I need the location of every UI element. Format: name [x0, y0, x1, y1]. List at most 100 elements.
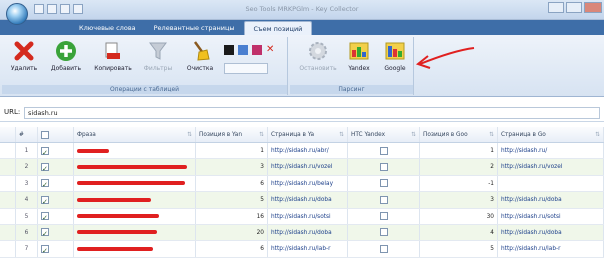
url-input[interactable]: sidash.ru: [24, 107, 600, 119]
row-checkbox[interactable]: [41, 194, 49, 208]
row-checkbox-cell[interactable]: [38, 159, 74, 175]
google-button[interactable]: Google: [378, 40, 412, 80]
small-dropdown[interactable]: [224, 63, 268, 74]
htc-checkbox[interactable]: [379, 212, 388, 221]
row-checkbox[interactable]: [41, 210, 49, 224]
clear-button[interactable]: Очистка: [180, 40, 220, 80]
column-header-yandex-page[interactable]: Страница в Ya ⇅: [268, 127, 348, 142]
close-window-button[interactable]: [584, 2, 602, 13]
row-checkbox[interactable]: [41, 145, 49, 158]
htc-yandex-cell[interactable]: [348, 208, 420, 224]
phrase-cell[interactable]: [74, 241, 196, 257]
tab-keywords[interactable]: Ключевые слова: [70, 21, 145, 35]
row-checkbox[interactable]: [41, 177, 49, 191]
phrase-cell[interactable]: [74, 192, 196, 208]
phrase-cell[interactable]: [74, 224, 196, 241]
column-header-checkbox[interactable]: [38, 127, 74, 142]
google-position-cell[interactable]: 3: [420, 192, 498, 208]
google-page-cell[interactable]: http://sidash.ru/vozel: [498, 159, 604, 175]
yandex-position-cell[interactable]: 1: [196, 143, 268, 159]
google-position-cell[interactable]: 4: [420, 224, 498, 241]
htc-yandex-cell[interactable]: [348, 224, 420, 241]
column-header-htc-yandex[interactable]: HTC Yandex ⇅: [348, 127, 420, 142]
row-checkbox-cell[interactable]: [38, 175, 74, 192]
yandex-position-cell[interactable]: 6: [196, 175, 268, 192]
htc-yandex-cell[interactable]: [348, 192, 420, 208]
stop-button[interactable]: Остановить: [296, 40, 340, 80]
row-checkbox-cell[interactable]: [38, 224, 74, 241]
tab-relevant-pages[interactable]: Релевантные страницы: [145, 21, 244, 35]
column-header-google-page[interactable]: Страница в Go ⇅: [498, 127, 604, 142]
remove-x-icon[interactable]: ✕: [266, 45, 276, 55]
htc-checkbox[interactable]: [379, 179, 388, 188]
table-row[interactable]: 516http://sidash.ru/sotsi30http://sidash…: [0, 208, 604, 225]
google-page-cell[interactable]: http://sidash.ru/doba: [498, 224, 604, 241]
row-checkbox[interactable]: [41, 226, 49, 240]
yandex-position-cell[interactable]: 16: [196, 208, 268, 224]
phrase-cell[interactable]: [74, 159, 196, 175]
htc-checkbox[interactable]: [379, 146, 388, 155]
google-position-cell[interactable]: -1: [420, 175, 498, 192]
row-checkbox-cell[interactable]: [38, 143, 74, 159]
column-header-yandex-position[interactable]: Позиция в Yan ⇅: [196, 127, 268, 142]
row-checkbox[interactable]: [41, 161, 49, 175]
google-page-cell[interactable]: http://sidash.ru/: [498, 143, 604, 159]
table-row[interactable]: 11http://sidash.ru/abr/1http://sidash.ru…: [0, 143, 604, 160]
filter-button[interactable]: Фильтры: [138, 40, 178, 80]
google-page-cell[interactable]: http://sidash.ru/doba: [498, 192, 604, 208]
table-row[interactable]: 3 6http://sidash.ru/belay -1: [0, 175, 604, 193]
pink-grid-icon[interactable]: [252, 45, 262, 55]
google-page-cell[interactable]: http://sidash.ru/lab-r: [498, 241, 604, 257]
google-position-cell[interactable]: 1: [420, 143, 498, 159]
htc-yandex-cell[interactable]: [348, 241, 420, 257]
phrase-cell[interactable]: [74, 175, 196, 192]
yandex-page-cell[interactable]: http://sidash.ru/doba: [268, 224, 348, 241]
app-menu-orb-icon[interactable]: [6, 3, 28, 25]
table-row[interactable]: 23http://sidash.ru/vozel2http://sidash.r…: [0, 159, 604, 176]
htc-checkbox[interactable]: [379, 244, 388, 253]
yandex-page-cell[interactable]: http://sidash.ru/sotsi: [268, 208, 348, 224]
maximize-button[interactable]: [566, 2, 582, 13]
google-page-cell[interactable]: [498, 175, 604, 192]
row-checkbox-cell[interactable]: [38, 241, 74, 257]
column-header-icon[interactable]: [0, 127, 16, 142]
google-position-cell[interactable]: 30: [420, 208, 498, 224]
table-row[interactable]: 620http://sidash.ru/doba4http://sidash.r…: [0, 224, 604, 242]
google-page-cell[interactable]: http://sidash.ru/sotsi: [498, 208, 604, 224]
google-position-cell[interactable]: 5: [420, 241, 498, 257]
htc-yandex-cell[interactable]: [348, 143, 420, 159]
yandex-page-cell[interactable]: http://sidash.ru/doba: [268, 192, 348, 208]
yandex-position-cell[interactable]: 3: [196, 159, 268, 175]
row-checkbox[interactable]: [41, 243, 49, 257]
column-header-google-position[interactable]: Позиция в Goo ⇅: [420, 127, 498, 142]
tab-position-check[interactable]: Съем позиций: [243, 21, 313, 35]
google-position-cell[interactable]: 2: [420, 159, 498, 175]
yandex-position-cell[interactable]: 20: [196, 224, 268, 241]
phrase-cell[interactable]: [74, 143, 196, 159]
htc-checkbox[interactable]: [379, 162, 388, 171]
yandex-position-cell[interactable]: 6: [196, 241, 268, 257]
delete-button[interactable]: Удалить: [4, 40, 44, 80]
add-button[interactable]: Добавить: [46, 40, 86, 80]
select-all-checkbox[interactable]: [41, 130, 49, 139]
black-square-icon[interactable]: [224, 45, 234, 55]
yandex-page-cell[interactable]: http://sidash.ru/abr/: [268, 143, 348, 159]
table-row[interactable]: 45http://sidash.ru/doba3http://sidash.ru…: [0, 192, 604, 209]
copy-button[interactable]: Копировать: [90, 40, 136, 80]
row-checkbox-cell[interactable]: [38, 192, 74, 208]
column-header-index[interactable]: #: [16, 127, 38, 142]
phrase-cell[interactable]: [74, 208, 196, 224]
yandex-page-cell[interactable]: http://sidash.ru/lab-r: [268, 241, 348, 257]
yandex-page-cell[interactable]: http://sidash.ru/vozel: [268, 159, 348, 175]
htc-checkbox[interactable]: [379, 228, 388, 237]
htc-yandex-cell[interactable]: [348, 159, 420, 175]
table-row[interactable]: 76http://sidash.ru/lab-r5http://sidash.r…: [0, 241, 604, 258]
row-checkbox-cell[interactable]: [38, 208, 74, 224]
column-header-phrase[interactable]: Фраза ⇅: [74, 127, 196, 142]
htc-yandex-cell[interactable]: [348, 175, 420, 192]
blue-grid-icon[interactable]: [238, 45, 248, 55]
minimize-button[interactable]: [548, 2, 564, 13]
htc-checkbox[interactable]: [379, 195, 388, 204]
yandex-button[interactable]: Yandex: [342, 40, 376, 80]
yandex-position-cell[interactable]: 5: [196, 192, 268, 208]
